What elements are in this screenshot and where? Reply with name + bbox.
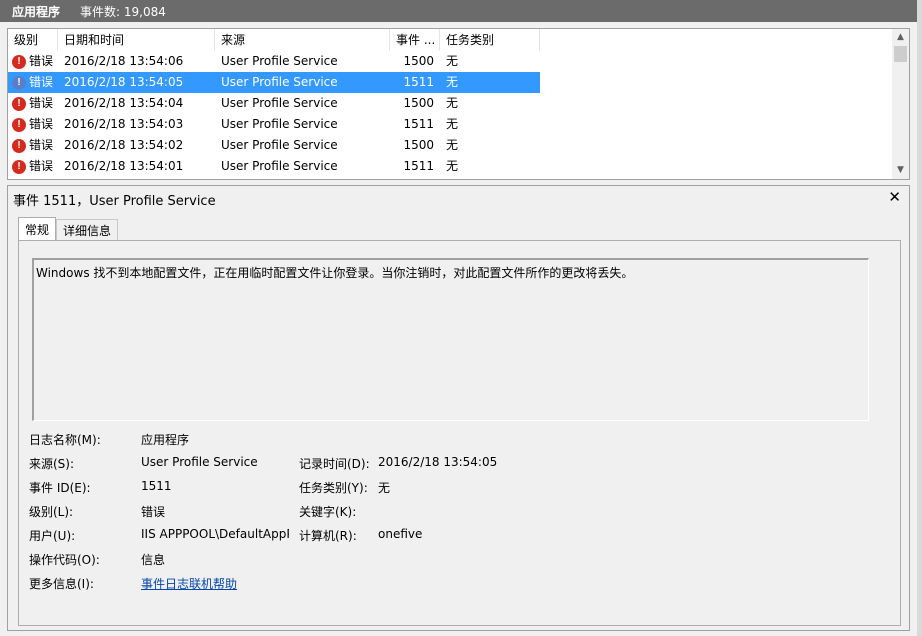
- row-level: 错误: [29, 54, 54, 68]
- list-header: 级别 日期和时间 来源 事件 ... 任务类别: [8, 29, 893, 51]
- source-value[interactable]: User Profile Service: [141, 455, 289, 469]
- chevron-down-icon[interactable]: ▼: [892, 162, 909, 179]
- row-source: User Profile Service: [221, 159, 338, 173]
- close-icon[interactable]: ✕: [888, 188, 901, 206]
- column-header-spacer: [540, 29, 893, 51]
- list-scrollbar[interactable]: ▲ ▼: [892, 29, 909, 179]
- row-task: 无: [446, 159, 459, 173]
- table-row[interactable]: ! 错误 2016/2/18 13:54:01 User Profile Serv…: [8, 156, 893, 177]
- row-level: 错误: [29, 138, 54, 152]
- logged-value[interactable]: 2016/2/18 13:54:05: [378, 455, 497, 469]
- detail-tabs: 常规 详细信息: [18, 217, 119, 241]
- row-event-id: 1511: [403, 117, 434, 131]
- chevron-up-icon[interactable]: ▲: [892, 29, 909, 46]
- user-value[interactable]: IIS APPPOOL\DefaultAppPool: [141, 527, 289, 541]
- row-event-id: 1511: [403, 75, 434, 89]
- more-info-label: 更多信息(I):: [29, 577, 94, 591]
- computer-label: 计算机(R):: [299, 529, 357, 543]
- event-id-value[interactable]: 1511: [141, 479, 289, 493]
- column-header-datetime[interactable]: 日期和时间: [58, 29, 215, 51]
- row-datetime: 2016/2/18 13:54:04: [64, 96, 184, 110]
- row-datetime: 2016/2/18 13:54:06: [64, 54, 184, 68]
- error-icon: !: [12, 159, 26, 174]
- row-event-id: 1500: [403, 54, 434, 68]
- window-edge: [917, 0, 922, 636]
- table-row[interactable]: ! 错误 2016/2/18 13:54:02 User Profile Serv…: [8, 135, 893, 156]
- row-datetime: 2016/2/18 13:54:05: [64, 75, 184, 89]
- title-bar: 应用程序 事件数: 19,084: [0, 0, 922, 22]
- row-source: User Profile Service: [221, 54, 338, 68]
- tab-details[interactable]: 详细信息: [56, 219, 119, 241]
- event-message[interactable]: Windows 找不到本地配置文件，正在用临时配置文件让你登录。当你注销时，对此…: [32, 258, 869, 421]
- error-icon: !: [12, 117, 26, 132]
- error-icon: !: [12, 54, 26, 69]
- row-task: 无: [446, 96, 459, 110]
- task-category-label: 任务类别(Y):: [299, 481, 368, 495]
- column-header-source[interactable]: 来源: [215, 29, 390, 51]
- error-icon: !: [12, 96, 26, 111]
- log-name-value[interactable]: 应用程序: [141, 431, 289, 448]
- table-row[interactable]: ! 错误 2016/2/18 13:54:04 User Profile Serv…: [8, 93, 893, 114]
- row-level: 错误: [29, 75, 54, 89]
- detail-title: 事件 1511，User Profile Service: [13, 194, 216, 209]
- error-icon: !: [12, 138, 26, 153]
- event-rows: ! 错误 2016/2/18 13:54:06 User Profile Serv…: [8, 51, 893, 177]
- logged-label: 记录时间(D):: [299, 457, 370, 471]
- row-event-id: 1500: [403, 138, 434, 152]
- level-label: 级别(L):: [29, 505, 74, 519]
- column-header-event-id[interactable]: 事件 ...: [390, 29, 440, 51]
- tab-general[interactable]: 常规: [18, 217, 57, 241]
- tab-general-content: Windows 找不到本地配置文件，正在用临时配置文件让你登录。当你注销时，对此…: [18, 240, 901, 626]
- scrollbar-thumb[interactable]: [894, 46, 907, 62]
- row-task: 无: [446, 117, 459, 131]
- table-row[interactable]: ! 错误 2016/2/18 13:54:03 User Profile Serv…: [8, 114, 893, 135]
- source-label: 来源(S):: [29, 457, 75, 471]
- row-datetime: 2016/2/18 13:54:02: [64, 138, 184, 152]
- keywords-label: 关键字(K):: [299, 505, 357, 519]
- table-row-selected[interactable]: ! 错误 2016/2/18 13:54:05 User Profile Serv…: [8, 72, 893, 93]
- event-list[interactable]: 级别 日期和时间 来源 事件 ... 任务类别 ! 错误 2016/2/18 13…: [7, 28, 910, 180]
- row-source: User Profile Service: [221, 138, 338, 152]
- event-detail-panel: 事件 1511，User Profile Service ✕ 常规 详细信息 W…: [7, 185, 910, 631]
- row-task: 无: [446, 138, 459, 152]
- row-source: User Profile Service: [221, 75, 338, 89]
- online-help-link[interactable]: 事件日志联机帮助: [141, 575, 289, 592]
- row-event-id: 1500: [403, 96, 434, 110]
- row-source: User Profile Service: [221, 117, 338, 131]
- column-header-level[interactable]: 级别: [8, 29, 58, 51]
- error-icon: !: [12, 75, 26, 90]
- row-task: 无: [446, 54, 459, 68]
- computer-value[interactable]: onefive: [378, 527, 422, 541]
- opcode-value[interactable]: 信息: [141, 551, 289, 568]
- user-label: 用户(U):: [29, 529, 76, 543]
- row-source: User Profile Service: [221, 96, 338, 110]
- row-datetime: 2016/2/18 13:54:01: [64, 159, 184, 173]
- row-task: 无: [446, 75, 459, 89]
- log-name-title: 应用程序: [12, 4, 61, 19]
- row-datetime: 2016/2/18 13:54:03: [64, 117, 184, 131]
- column-header-task-category[interactable]: 任务类别: [440, 29, 540, 51]
- row-level: 错误: [29, 159, 54, 173]
- log-name-label: 日志名称(M):: [29, 433, 101, 447]
- table-row[interactable]: ! 错误 2016/2/18 13:54:06 User Profile Serv…: [8, 51, 893, 72]
- level-value[interactable]: 错误: [141, 503, 289, 520]
- row-level: 错误: [29, 96, 54, 110]
- task-category-value[interactable]: 无: [378, 479, 390, 496]
- opcode-label: 操作代码(O):: [29, 553, 100, 567]
- event-id-label: 事件 ID(E):: [29, 481, 91, 495]
- row-event-id: 1511: [403, 159, 434, 173]
- row-level: 错误: [29, 117, 54, 131]
- event-count: 事件数: 19,084: [80, 4, 166, 19]
